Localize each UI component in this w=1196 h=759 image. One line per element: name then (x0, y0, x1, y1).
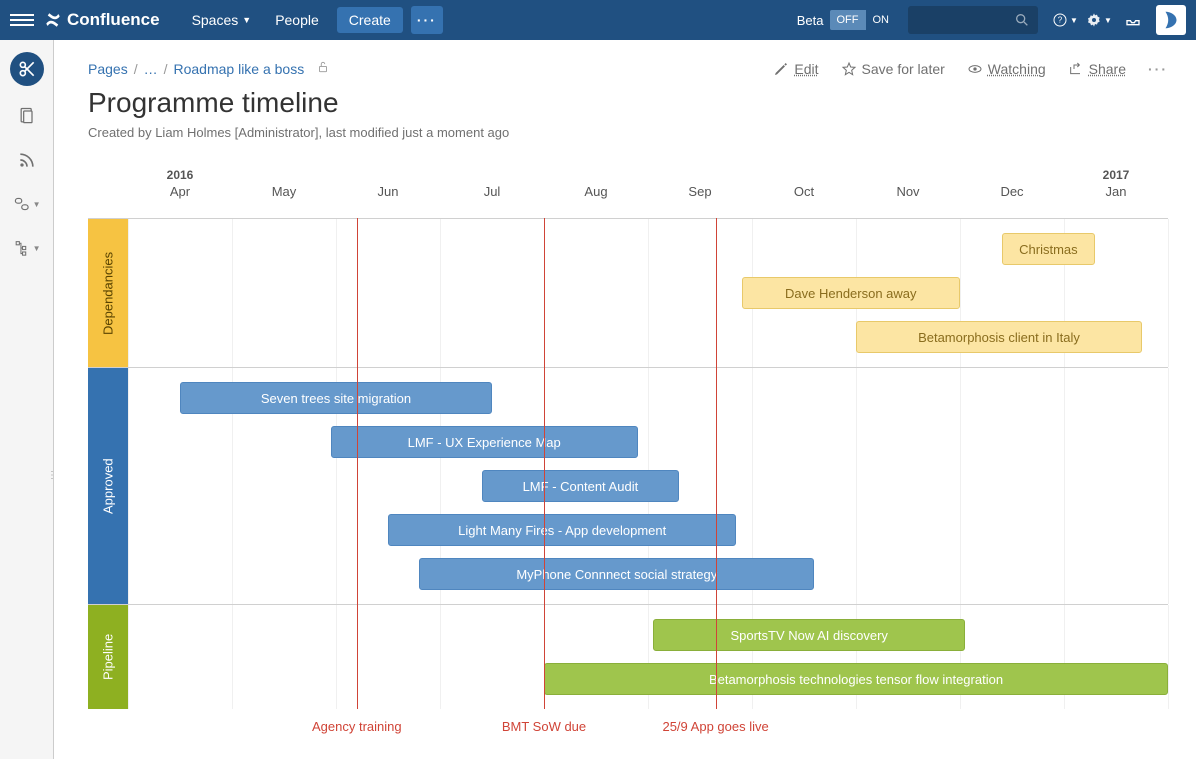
month-label: Aug (584, 184, 607, 199)
svg-text:?: ? (1058, 16, 1063, 25)
help-icon: ? (1052, 12, 1068, 28)
watching-button[interactable]: Watching (967, 61, 1046, 77)
share-icon (1068, 61, 1084, 77)
roadmap-bar[interactable]: LMF - Content Audit (482, 470, 680, 502)
marker-label: 25/9 App goes live (661, 719, 771, 735)
scissors-icon (17, 59, 37, 79)
edit-button[interactable]: Edit (773, 61, 818, 77)
help-button[interactable]: ? ▼ (1050, 5, 1080, 35)
roadmap-bar[interactable]: Betamorphosis technologies tensor flow i… (544, 663, 1168, 695)
roadmap-macro: 2016 Apr May Jun Jul Aug Sep Oct Nov Dec 2017 Jan D… (88, 168, 1168, 759)
page-actions: Edit Save for later Watching Share ··· (773, 61, 1168, 77)
breadcrumb-ellipsis[interactable]: … (144, 61, 158, 77)
month-label: Oct (794, 184, 814, 199)
month-label: Apr (170, 184, 190, 199)
chevron-down-icon: ▼ (1104, 16, 1112, 25)
share-button[interactable]: Share (1068, 61, 1126, 77)
lane-dep: Dependancies Christmas Dave Henderson away… (88, 218, 1168, 367)
star-icon (841, 61, 857, 77)
eye-icon (967, 61, 983, 77)
notifications-button[interactable] (1118, 5, 1148, 35)
pages-button[interactable] (13, 102, 41, 130)
month-label: May (272, 184, 297, 199)
roadmap-bar[interactable]: Betamorphosis client in Italy (856, 321, 1142, 353)
breadcrumb-current[interactable]: Roadmap like a boss (173, 61, 304, 77)
year-label: 2016 (167, 168, 194, 182)
unlock-icon[interactable] (316, 60, 330, 77)
chevron-down-icon: ▼ (242, 15, 251, 25)
roadmap-bar[interactable]: Dave Henderson away (742, 277, 960, 309)
left-rail: ▼ ▼ ⋮ (0, 40, 54, 759)
rss-icon (17, 150, 37, 170)
product-logo[interactable]: Confluence (44, 10, 160, 30)
roadmap-bar[interactable]: Christmas (1002, 233, 1096, 265)
lane-label: Pipeline (88, 605, 128, 709)
page-byline: Created by Liam Holmes [Administrator], … (88, 125, 1168, 140)
roadmap-axis: 2016 Apr May Jun Jul Aug Sep Oct Nov Dec 2017 Jan (128, 168, 1168, 218)
marker-label: BMT SoW due (502, 719, 586, 734)
app-switcher-icon[interactable] (10, 8, 34, 32)
confluence-icon (44, 11, 62, 29)
chevron-down-icon: ▼ (33, 244, 41, 253)
month-label: Nov (896, 184, 919, 199)
chevron-down-icon: ▼ (33, 200, 41, 209)
pages-icon (17, 106, 37, 126)
lane-pipe: Pipeline SportsTV Now AI discovery Betamor… (88, 604, 1168, 709)
save-for-later-button[interactable]: Save for later (841, 61, 945, 77)
pencil-icon (773, 61, 789, 77)
lane-label: Dependancies (88, 219, 128, 367)
tree-icon (13, 238, 32, 258)
tray-icon (1125, 12, 1141, 28)
shortcuts-button[interactable]: ▼ (13, 190, 41, 218)
chevron-down-icon: ▼ (1070, 16, 1078, 25)
blog-button[interactable] (13, 146, 41, 174)
marker-label: Agency training (312, 719, 402, 734)
month-label: Jan (1106, 184, 1127, 199)
space-avatar[interactable] (10, 52, 44, 86)
beta-label: Beta (797, 13, 824, 28)
month-label: Sep (688, 184, 711, 199)
tree-button[interactable]: ▼ (13, 234, 41, 262)
nav-people[interactable]: People (263, 0, 331, 40)
beta-toggle[interactable]: OFF ON (830, 10, 897, 30)
user-avatar[interactable] (1156, 5, 1186, 35)
create-button[interactable]: Create (337, 7, 403, 33)
lane-app: Approved Seven trees site migration LMF - … (88, 367, 1168, 604)
create-more-button[interactable]: ··· (411, 6, 443, 34)
gear-icon (1086, 12, 1102, 28)
roadmap-bar[interactable]: LMF - UX Experience Map (331, 426, 638, 458)
nav-spaces[interactable]: Spaces▼ (180, 0, 264, 40)
roadmap-bar[interactable]: SportsTV Now AI discovery (653, 619, 965, 651)
month-label: Dec (1000, 184, 1023, 199)
roadmap-bar[interactable]: Seven trees site migration (180, 382, 492, 414)
roadmap-bar[interactable]: MyPhone Connnect social strategy (419, 558, 814, 590)
year-label: 2017 (1103, 168, 1130, 182)
roadmap-lanes: Dependancies Christmas Dave Henderson away… (88, 218, 1168, 709)
search-input[interactable] (908, 6, 1038, 34)
breadcrumb: Pages / … / Roadmap like a boss (88, 60, 330, 77)
chain-icon (13, 194, 32, 214)
settings-button[interactable]: ▼ (1084, 5, 1114, 35)
page-title: Programme timeline (88, 87, 1168, 119)
month-label: Jun (378, 184, 399, 199)
month-label: Jul (484, 184, 501, 199)
search-icon (1014, 12, 1030, 28)
product-name: Confluence (67, 10, 160, 30)
more-actions-button[interactable]: ··· (1148, 61, 1168, 77)
avatar-icon (1160, 9, 1182, 31)
breadcrumb-root[interactable]: Pages (88, 61, 128, 77)
lane-label: Approved (88, 368, 128, 604)
roadmap-bar[interactable]: Light Many Fires - App development (388, 514, 736, 546)
page-content: Pages / … / Roadmap like a boss Edit Sav… (54, 40, 1196, 759)
top-nav: Confluence Spaces▼ People Create ··· Bet… (0, 0, 1196, 40)
